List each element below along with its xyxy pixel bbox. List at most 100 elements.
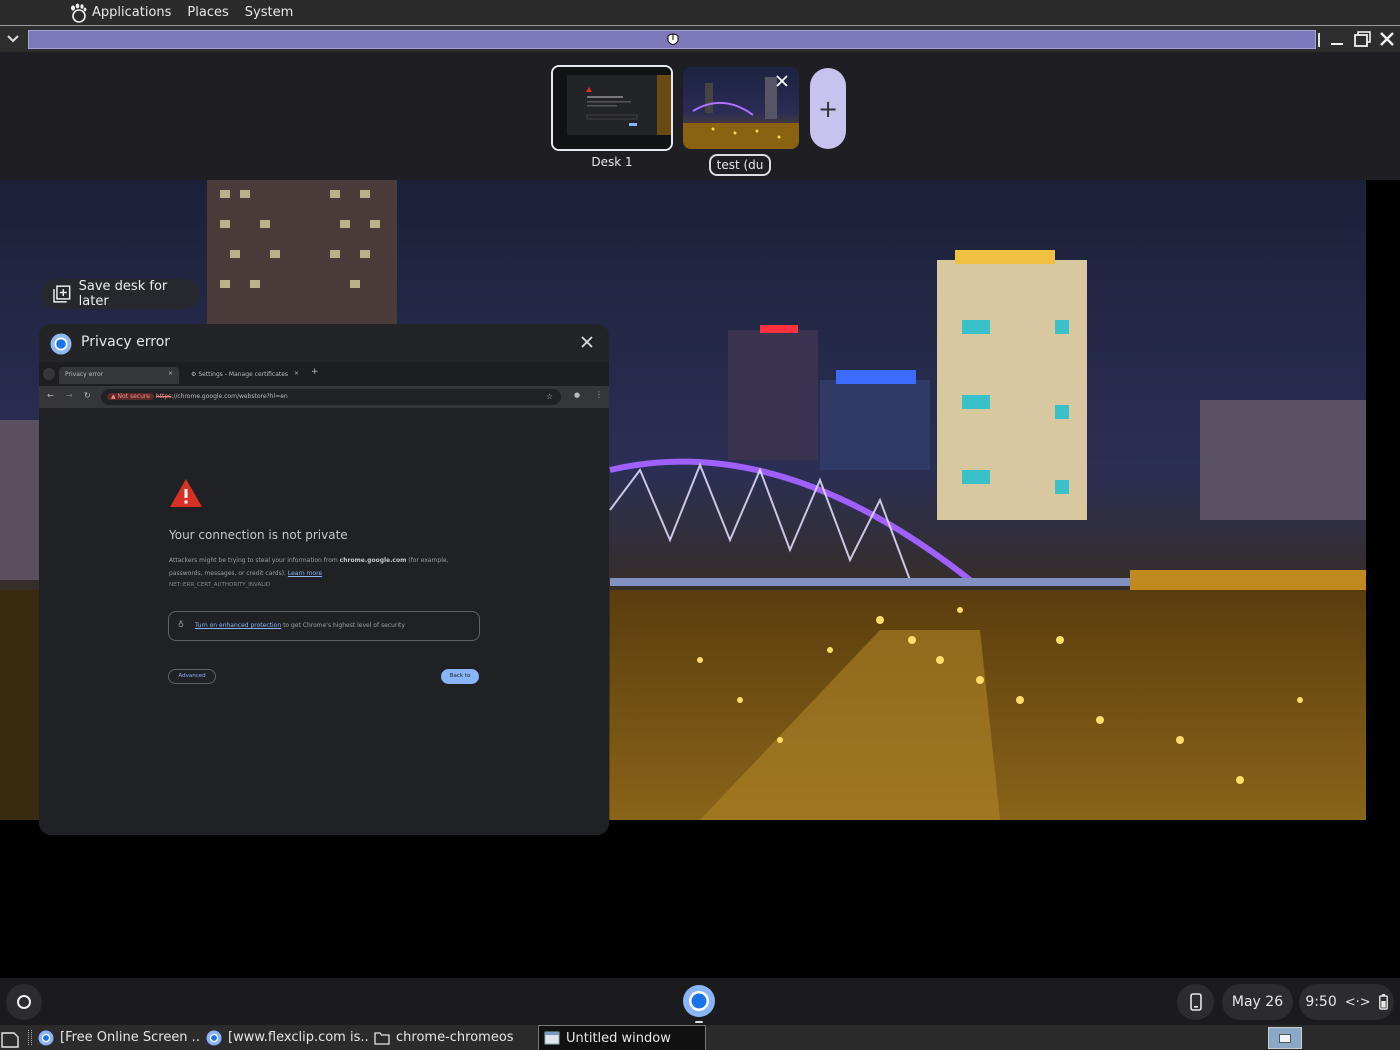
window-preview-header: Privacy error xyxy=(39,324,609,362)
chrome-shelf-icon[interactable] xyxy=(682,984,716,1018)
star-icon[interactable]: ☆ xyxy=(546,392,553,401)
enhanced-protection-link[interactable]: Turn on enhanced protection xyxy=(195,622,281,629)
time-label: 9:50 xyxy=(1305,994,1337,1010)
tab-close-icon[interactable]: × xyxy=(168,370,173,377)
warning-triangle-icon: ▲ xyxy=(111,393,116,400)
phone-icon xyxy=(1189,993,1202,1011)
task-flexclip[interactable]: [www.flexclip.com is... xyxy=(206,1025,368,1050)
url-scheme: https xyxy=(155,393,172,400)
running-indicator xyxy=(695,1021,703,1023)
tab-settings-certificates[interactable]: ⚙ Settings - Manage certificates × xyxy=(185,367,305,384)
reload-icon[interactable]: ↻ xyxy=(84,391,91,400)
task-untitled-window[interactable]: Untitled window xyxy=(538,1025,706,1050)
new-desk-button[interactable]: + xyxy=(810,68,846,149)
desk-1-preview xyxy=(553,67,671,149)
kebab-menu-icon[interactable]: ⋮ xyxy=(595,390,603,399)
tab-close-icon[interactable]: × xyxy=(294,370,299,377)
window-icon xyxy=(544,1031,560,1045)
show-desktop-icon[interactable] xyxy=(0,1027,22,1049)
gear-icon: ⚙ xyxy=(191,371,197,378)
close-icon xyxy=(1380,32,1394,46)
window-titlebar[interactable] xyxy=(0,25,1400,52)
window-preview-close-button[interactable] xyxy=(581,333,593,352)
profile-icon[interactable]: ● xyxy=(574,391,580,399)
forward-arrow-icon[interactable]: → xyxy=(66,391,73,400)
panel-handle[interactable] xyxy=(28,1030,32,1045)
applications-menu[interactable]: Applications xyxy=(68,3,171,23)
date-tray[interactable]: May 26 xyxy=(1222,984,1293,1020)
desk-2-close-button[interactable] xyxy=(775,75,789,89)
not-secure-label: Not secure xyxy=(117,393,150,400)
lightbulb-icon: ♁ xyxy=(178,620,184,629)
screen: Applications Places System Desk 1 test (… xyxy=(0,0,1400,1050)
minimize-button[interactable] xyxy=(1327,29,1347,49)
body-domain: chrome.google.com xyxy=(339,557,407,564)
date-label: May 26 xyxy=(1231,994,1284,1010)
tab-label: Settings - Manage certificates xyxy=(198,371,289,378)
window-list-panel: [Free Online Screen ... [www.flexclip.co… xyxy=(0,1025,1400,1050)
chrome-icon xyxy=(206,1030,222,1045)
task-free-online-screen[interactable]: [Free Online Screen ... xyxy=(38,1025,200,1050)
enhanced-protection-text: to get Chrome's highest level of securit… xyxy=(281,622,405,629)
chevron-down-icon xyxy=(7,35,19,43)
tab-search-button[interactable] xyxy=(43,368,55,380)
workspace-window-mini xyxy=(1279,1034,1291,1043)
shelf: May 26 9:50 <·> xyxy=(0,978,1400,1025)
tab-privacy-error[interactable]: Privacy error × xyxy=(59,367,179,384)
url-text: ://chrome.google.com/webstore?hl=en xyxy=(171,393,288,400)
minimize-icon xyxy=(1331,43,1343,45)
error-code: NET::ERR_CERT_AUTHORITY_INVALID xyxy=(169,582,271,588)
applications-label: Applications xyxy=(92,5,172,20)
page-body-text: Attackers might be trying to steal your … xyxy=(169,554,469,580)
places-menu[interactable]: Places xyxy=(187,5,228,20)
network-arrows-icon: <·> xyxy=(1344,994,1371,1010)
phone-hub-button[interactable] xyxy=(1177,984,1214,1020)
save-desk-label: Save desk for later xyxy=(78,279,168,309)
tab-strip: Privacy error × ⚙ Settings - Manage cert… xyxy=(39,362,609,386)
maximize-button[interactable] xyxy=(1353,29,1373,49)
gnome-foot-icon xyxy=(71,3,87,23)
learn-more-link[interactable]: Learn more xyxy=(288,570,322,577)
system-menu[interactable]: System xyxy=(245,5,293,20)
toolbar: ← → ↻ ▲ Not secure https://chrome.google… xyxy=(39,386,609,408)
close-window-button[interactable] xyxy=(1377,29,1397,49)
mouse-cursor-icon xyxy=(667,33,679,45)
page-heading: Your connection is not private xyxy=(169,528,348,542)
launcher-circle-icon xyxy=(17,995,31,1009)
workspace-switcher[interactable] xyxy=(1268,1027,1302,1049)
chrome-icon xyxy=(50,333,72,355)
close-icon xyxy=(581,336,593,348)
window-menu-button[interactable] xyxy=(2,29,24,49)
desk-1-thumbnail[interactable] xyxy=(551,65,673,151)
top-panel: Applications Places System xyxy=(0,0,1400,25)
save-desk-button[interactable]: Save desk for later xyxy=(41,279,199,309)
launcher-button[interactable] xyxy=(6,984,42,1020)
advanced-button[interactable]: Advanced xyxy=(168,669,216,684)
warning-triangle-icon xyxy=(170,479,202,507)
task-label: [www.flexclip.com is... xyxy=(228,1030,368,1045)
plus-icon: + xyxy=(817,94,839,123)
body-before: Attackers might be trying to steal your … xyxy=(169,557,340,564)
enhanced-protection-box: ♁ Turn on enhanced protection to get Chr… xyxy=(168,611,480,641)
address-bar[interactable]: ▲ Not secure https://chrome.google.com/w… xyxy=(101,389,561,405)
battery-icon xyxy=(1378,994,1388,1010)
titlebar-separator xyxy=(1318,33,1320,47)
new-tab-plus-icon[interactable]: + xyxy=(311,367,319,377)
panel-menu-bar: Applications Places System xyxy=(68,3,293,23)
task-label: [Free Online Screen ... xyxy=(60,1030,200,1045)
status-tray[interactable]: 9:50 <·> xyxy=(1299,984,1394,1020)
tab-label: Privacy error xyxy=(65,371,104,378)
window-preview-title: Privacy error xyxy=(81,334,171,350)
maximize-icon xyxy=(1354,31,1371,47)
folder-icon xyxy=(374,1031,390,1045)
desk-2-name-field[interactable]: test (du xyxy=(709,154,771,176)
not-secure-chip[interactable]: ▲ Not secure xyxy=(107,393,154,400)
desk-1-label: Desk 1 xyxy=(591,155,633,169)
chrome-icon xyxy=(38,1030,54,1045)
close-icon xyxy=(776,75,788,87)
task-label: Untitled window xyxy=(566,1030,671,1046)
back-arrow-icon[interactable]: ← xyxy=(47,391,54,400)
back-to-safety-button[interactable]: Back to safety xyxy=(441,669,479,694)
window-preview[interactable]: Privacy error Privacy error × ⚙ Settings… xyxy=(39,324,609,835)
task-chrome-chromeos[interactable]: chrome-chromeos xyxy=(374,1025,534,1050)
